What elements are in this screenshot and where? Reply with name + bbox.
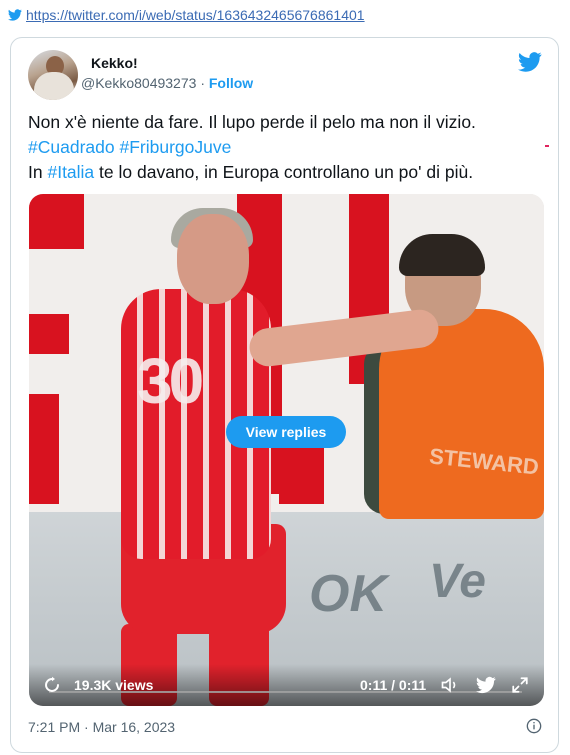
adboard-text: OK — [309, 565, 387, 623]
hashtag-italia[interactable]: #Italia — [47, 162, 94, 182]
tweet-text: Non x'è niente da fare. Il lupo perde il… — [28, 110, 548, 185]
video-controls: 19.3K views 0:11 / 0:11 — [29, 664, 544, 706]
avatar[interactable] — [28, 50, 78, 100]
video-player[interactable]: OK Ve STEWARD 30 View replies 19.3K view… — [29, 194, 544, 706]
author-handle[interactable]: @Kekko80493273 — [81, 75, 196, 91]
twitter-bird-icon[interactable] — [476, 676, 496, 694]
info-icon[interactable] — [526, 718, 542, 734]
tweet-timestamp[interactable]: 7:21 PM · Mar 16, 2023 — [28, 719, 175, 735]
views-count: 19.3K views — [74, 677, 154, 693]
source-link-row: https://twitter.com/i/web/status/1636432… — [8, 7, 365, 23]
author-name[interactable]: Kekko! — [91, 55, 138, 71]
volume-icon[interactable] — [440, 675, 460, 695]
hashtag-friburgojuve[interactable]: #FriburgoJuve — [119, 137, 231, 157]
twitter-bird-icon[interactable] — [518, 52, 542, 72]
tweet-line-3: In #Italia te lo davano, in Europa contr… — [28, 160, 548, 185]
view-replies-button[interactable]: View replies — [226, 416, 346, 448]
embedded-tweet-card: Kekko! @Kekko80493273 · Follow Non x'è n… — [10, 37, 559, 753]
twitter-bird-icon — [8, 9, 22, 21]
tweet-line-1: Non x'è niente da fare. Il lupo perde il… — [28, 112, 476, 132]
tweet-hashtags-line: #Cuadrado #FriburgoJuve — [28, 135, 548, 160]
tweet-line-3-suffix: te lo davano, in Europa controllano un p… — [94, 162, 474, 182]
replay-icon[interactable] — [43, 676, 61, 694]
tweet-line-3-prefix: In — [28, 162, 48, 182]
follow-button[interactable]: Follow — [209, 75, 253, 91]
tweet-status-link[interactable]: https://twitter.com/i/web/status/1636432… — [26, 7, 365, 23]
hashtag-cuadrado[interactable]: #Cuadrado — [28, 137, 115, 157]
video-frame: OK Ve STEWARD 30 — [29, 194, 544, 706]
author-handle-row: @Kekko80493273 · Follow — [81, 75, 253, 91]
separator-dot: · — [200, 75, 205, 91]
red-mark — [545, 145, 549, 147]
video-time: 0:11 / 0:11 — [360, 677, 427, 693]
jersey-number: 30 — [137, 345, 204, 417]
fullscreen-icon[interactable] — [511, 676, 529, 694]
